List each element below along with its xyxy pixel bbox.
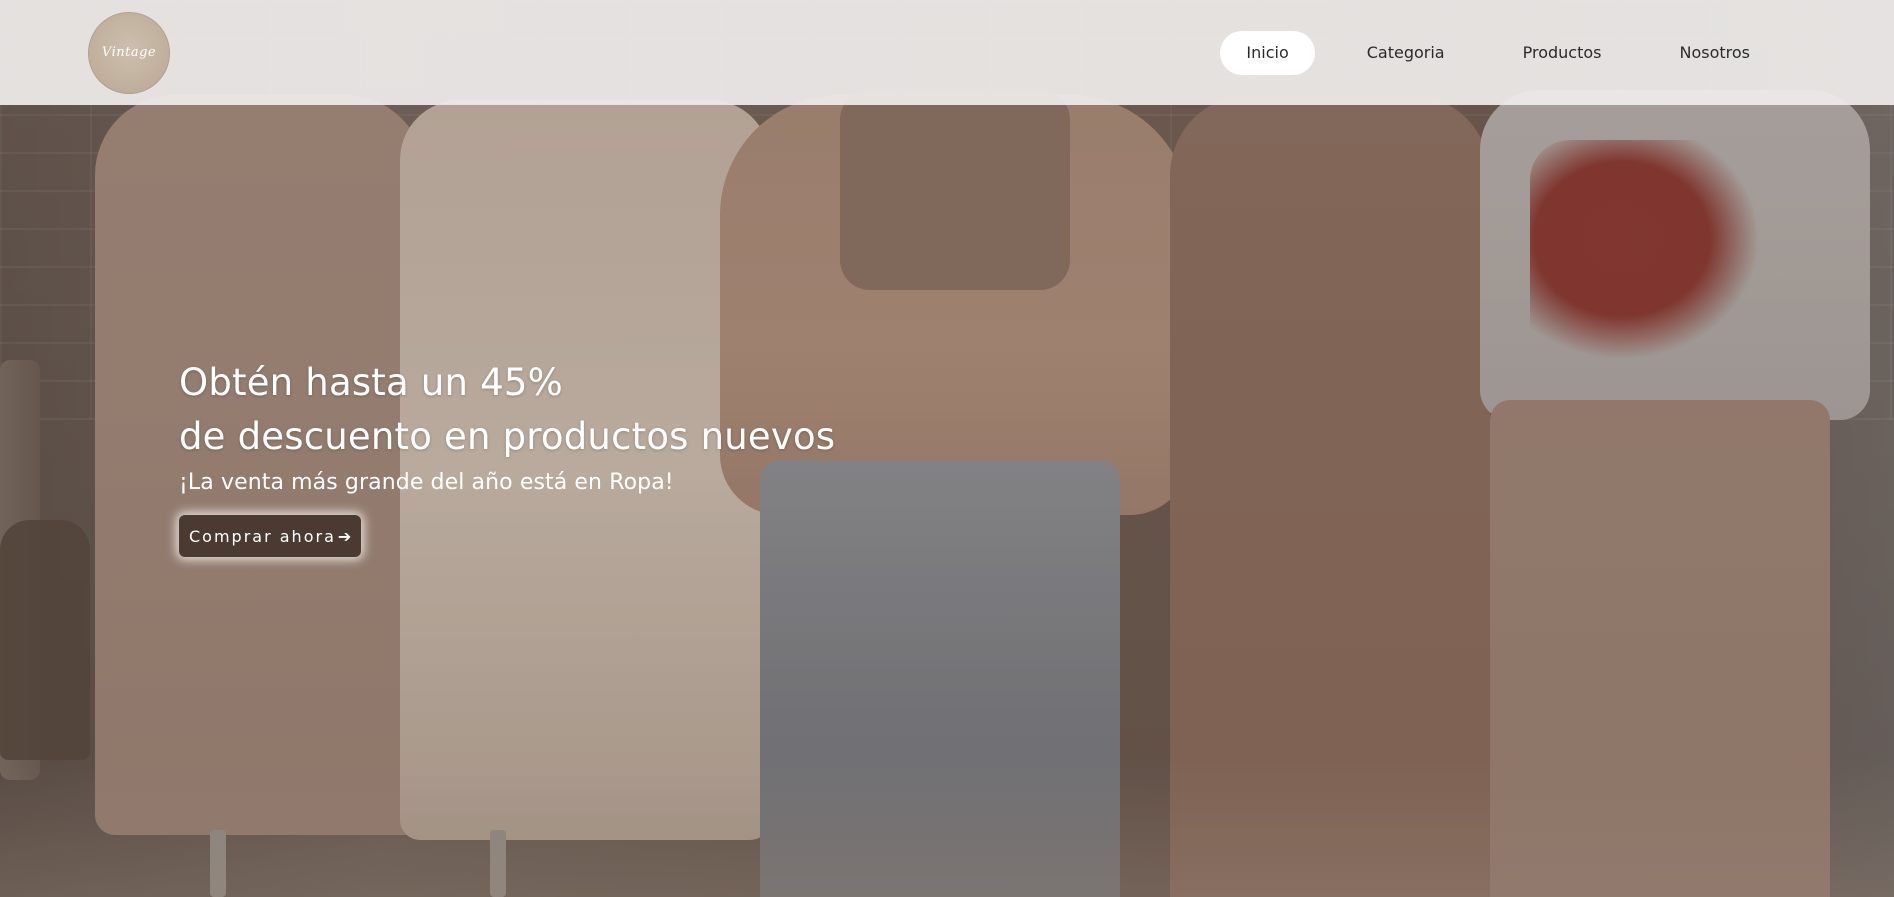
arrow-right-icon: ➔ <box>337 526 352 546</box>
main-nav: Inicio Categoria Productos Nosotros <box>1220 30 1776 75</box>
nav-label: Productos <box>1522 43 1602 62</box>
logo-text: Vintage <box>101 45 157 60</box>
hero-banner: Obtén hasta un 45% de descuento en produ… <box>0 0 1894 897</box>
nav-label: Inicio <box>1246 43 1289 62</box>
brand-logo[interactable]: Vintage <box>88 11 170 94</box>
hero-headline: Obtén hasta un 45% de descuento en produ… <box>179 356 835 464</box>
headline-line-2: de descuento en productos nuevos <box>179 415 836 458</box>
nav-item-nosotros[interactable]: Nosotros <box>1653 31 1776 75</box>
hero-text: Obtén hasta un 45% de descuento en produ… <box>179 356 835 557</box>
hero-subline: ¡La venta más grande del año está en Rop… <box>179 470 674 495</box>
buy-now-label: Comprar ahora <box>189 526 336 546</box>
nav-item-inicio[interactable]: Inicio <box>1220 30 1315 75</box>
nav-label: Categoria <box>1366 43 1445 62</box>
nav-item-categoria[interactable]: Categoria <box>1341 31 1471 75</box>
nav-label: Nosotros <box>1679 43 1750 62</box>
buy-now-button[interactable]: Comprar ahora ➔ <box>179 515 362 557</box>
site-header: Vintage Inicio Categoria Productos Nosot… <box>0 0 1894 105</box>
headline-line-1: Obtén hasta un 45% <box>179 361 563 404</box>
nav-item-productos[interactable]: Productos <box>1497 31 1628 75</box>
